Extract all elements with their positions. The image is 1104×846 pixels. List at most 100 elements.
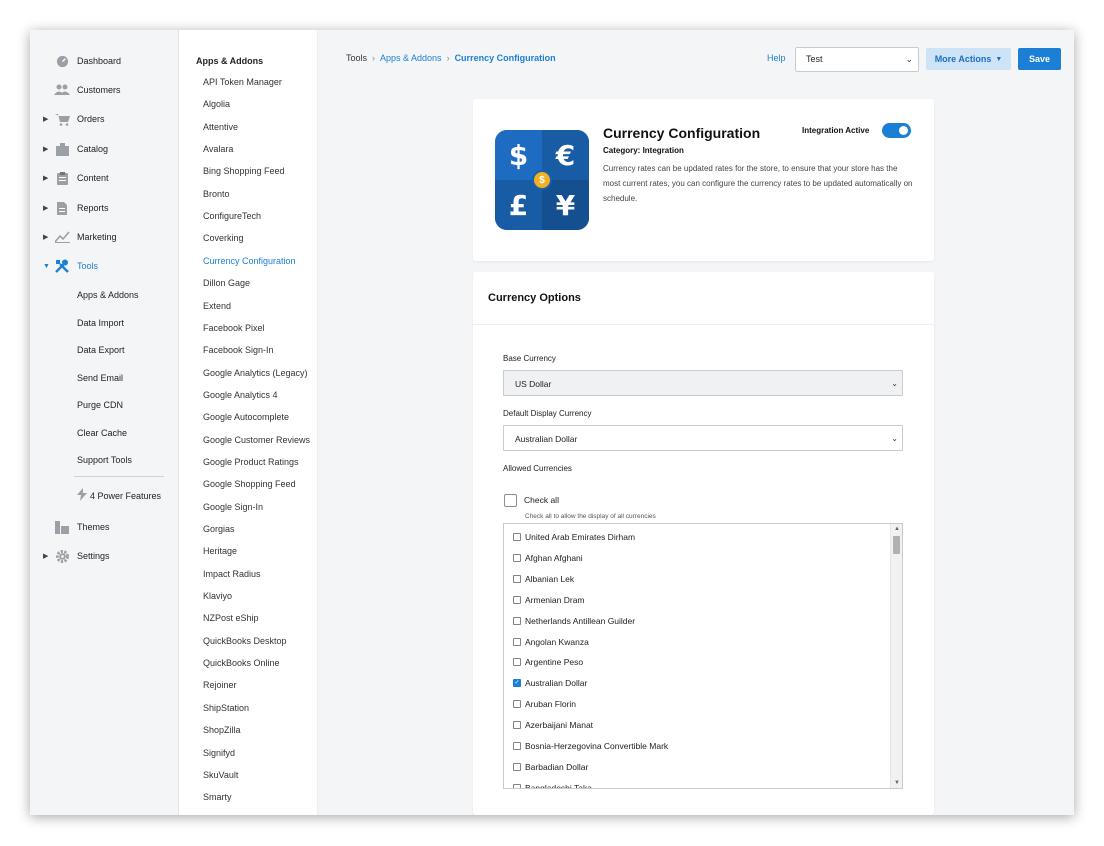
integration-toggle[interactable] [882,123,911,138]
nav-item-tools[interactable]: ▼ Tools [30,256,178,276]
tools-sub-clear-cache[interactable]: Clear Cache [77,428,127,438]
currency-option[interactable]: United Arab Emirates Dirham [513,532,635,542]
nav-item-content[interactable]: ▶ Content [30,168,178,188]
check-all-label[interactable]: Check all [524,495,559,505]
currency-checkbox[interactable] [513,700,521,709]
addon-item[interactable]: SkuVault [203,770,238,780]
currency-checkbox[interactable] [513,742,521,750]
addon-item[interactable]: Google Sign-In [203,502,263,512]
tools-sub-data-export[interactable]: Data Export [77,345,125,355]
currency-checkbox[interactable] [513,533,521,541]
addon-item[interactable]: Currency Configuration [203,256,296,266]
addon-item[interactable]: Google Analytics (Legacy) [203,368,308,378]
currency-checkbox[interactable] [513,783,521,788]
currency-option[interactable]: ✓ Australian Dollar [513,678,587,688]
addon-item[interactable]: Avalara [203,144,233,154]
tools-sub-support-tools[interactable]: Support Tools [77,455,132,465]
addon-item[interactable]: Attentive [203,122,238,132]
toggle-knob [899,126,908,135]
currency-checkbox[interactable] [513,637,521,646]
addon-item[interactable]: Facebook Sign-In [203,345,274,355]
addon-item[interactable]: API Token Manager [203,77,282,87]
addon-item[interactable]: Impact Radius [203,569,261,579]
tools-sub-purge-cdn[interactable]: Purge CDN [77,400,123,410]
currency-checkbox[interactable] [513,553,521,562]
currency-checkbox[interactable] [513,721,521,730]
currency-option[interactable]: Aruban Florin [513,699,576,709]
scroll-up-icon[interactable]: ▲ [894,526,900,532]
currency-checkbox[interactable] [513,658,521,667]
currency-checkbox[interactable] [513,616,521,625]
addon-item[interactable]: Bing Shopping Feed [203,166,285,176]
addon-item[interactable]: QuickBooks Desktop [203,636,287,646]
currency-option[interactable]: Bangladeshi Taka [513,783,592,788]
addon-item[interactable]: Klaviyo [203,591,232,601]
addon-item[interactable]: Rejoiner [203,680,237,690]
currency-option[interactable]: Afghan Afghani [513,553,583,563]
addon-item[interactable]: Smarty [203,792,232,802]
nav-item-settings[interactable]: ▶ Settings [30,546,178,566]
more-actions-button[interactable]: More Actions ▼ [926,48,1011,70]
addon-item[interactable]: Signifyd [203,748,235,758]
currency-option[interactable]: Barbadian Dollar [513,762,588,772]
nav-item-marketing[interactable]: ▶ Marketing [30,227,178,247]
addon-item[interactable]: Google Product Ratings [203,457,299,467]
currency-option[interactable]: Armenian Dram [513,595,585,605]
currency-option[interactable]: Netherlands Antillean Guilder [513,616,635,626]
addon-item[interactable]: Coverking [203,233,244,243]
nav-label: Dashboard [77,56,122,66]
nav-label: Customers [77,85,121,95]
addon-item[interactable]: Google Customer Reviews [203,435,310,445]
scroll-down-icon[interactable]: ▼ [894,780,900,786]
display-currency-select[interactable]: Australian Dollar ⌄ [503,425,903,451]
tools-sub-send-email[interactable]: Send Email [77,373,123,383]
addon-item[interactable]: Algolia [203,99,230,109]
tools-sub-data-import[interactable]: Data Import [77,318,124,328]
addon-item[interactable]: Dillon Gage [203,278,250,288]
currency-option[interactable]: Azerbaijani Manat [513,720,593,730]
help-link[interactable]: Help [767,53,786,63]
currency-option[interactable]: Angolan Kwanza [513,637,589,647]
addon-item[interactable]: Gorgias [203,524,235,534]
addon-item[interactable]: ShipStation [203,703,249,713]
addon-item[interactable]: Google Analytics 4 [203,390,278,400]
nav-label: Marketing [77,232,117,242]
breadcrumb-apps-addons[interactable]: Apps & Addons [380,53,442,63]
check-all-checkbox[interactable] [504,494,517,507]
currency-list-scrollbar[interactable]: ▲ ▼ [890,524,902,788]
currency-option[interactable]: Argentine Peso [513,657,583,667]
currency-label: Aruban Florin [525,699,577,710]
addon-item[interactable]: ShopZilla [203,725,241,735]
addon-item[interactable]: NZPost eShip [203,613,259,623]
scroll-thumb[interactable] [893,536,900,554]
nav-item-themes[interactable]: Themes [30,517,178,537]
save-button[interactable]: Save [1018,48,1061,70]
nav-item-catalog[interactable]: ▶ Catalog [30,139,178,159]
addon-item[interactable]: QuickBooks Online [203,658,280,668]
currency-option[interactable]: Albanian Lek [513,574,574,584]
addon-item[interactable]: Google Autocomplete [203,412,289,422]
currency-option[interactable]: Bosnia-Herzegovina Convertible Mark [513,741,668,751]
currency-checkbox[interactable] [513,574,521,583]
currency-list[interactable]: United Arab Emirates Dirham Afghan Afghan… [503,523,903,789]
nav-item-customers[interactable]: Customers [30,80,178,100]
addon-item[interactable]: Google Shopping Feed [203,479,296,489]
currency-checkbox[interactable] [513,762,521,771]
breadcrumb-tools[interactable]: Tools [346,53,367,63]
nav-item-reports[interactable]: ▶ Reports [30,198,178,218]
addon-item[interactable]: Facebook Pixel [203,323,265,333]
addon-item[interactable]: ConfigureTech [203,211,261,221]
currency-checkbox[interactable]: ✓ [513,679,521,688]
nav-item-orders[interactable]: ▶ Orders [30,109,178,129]
caret-down-icon: ▼ [43,262,50,270]
addon-item[interactable]: Extend [203,301,231,311]
addon-item[interactable]: Bronto [203,189,230,199]
tools-sub-apps-addons[interactable]: Apps & Addons [77,290,139,300]
store-select[interactable]: Test ⌄ [795,47,919,72]
power-features-link[interactable]: 4 Power Features [77,488,161,503]
addon-item[interactable]: Heritage [203,546,237,556]
nav-item-dashboard[interactable]: Dashboard [30,51,178,71]
currency-checkbox[interactable] [513,595,521,604]
base-currency-select[interactable]: US Dollar ⌄ [503,370,903,396]
chevron-down-icon: ⌄ [891,379,898,388]
